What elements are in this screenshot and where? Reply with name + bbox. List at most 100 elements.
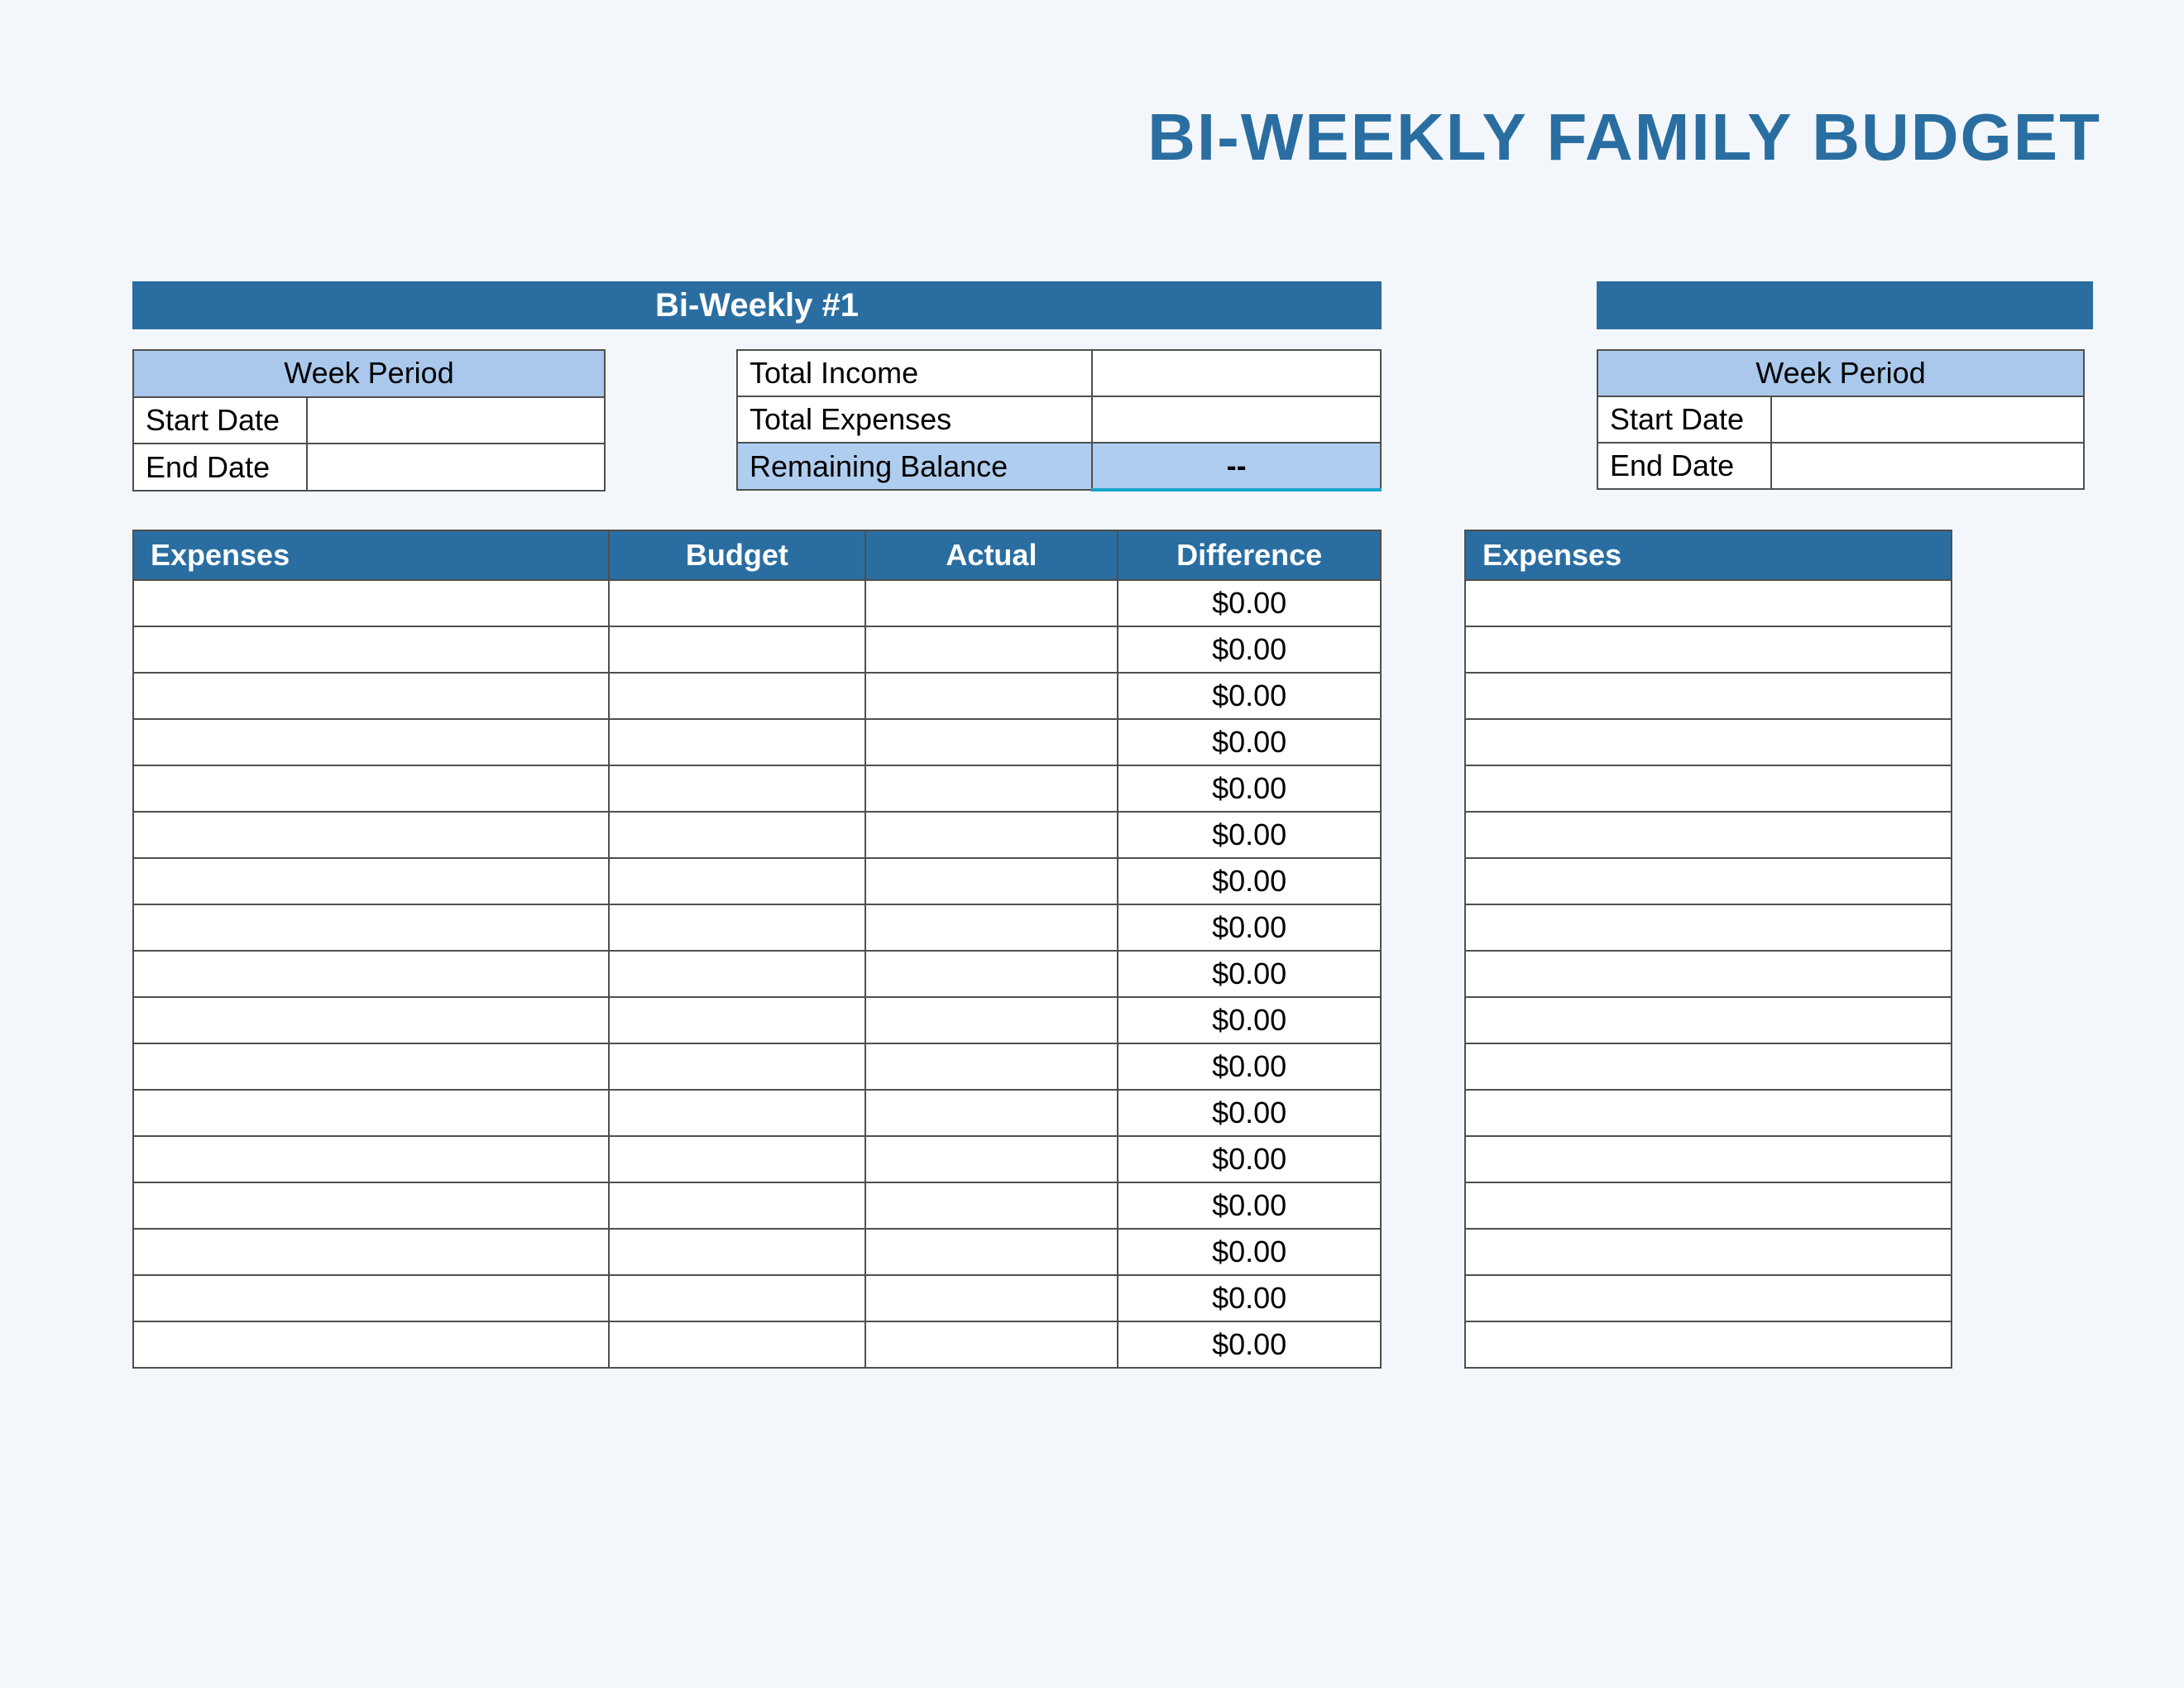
expense-diff-cell: $0.00 <box>1118 719 1381 765</box>
expense-name-cell[interactable] <box>1465 1229 1952 1275</box>
expense-name-cell[interactable] <box>133 1275 609 1321</box>
expense-name-cell[interactable] <box>133 858 609 904</box>
expense-name-cell[interactable] <box>1465 997 1952 1043</box>
expense-budget-cell[interactable] <box>609 904 865 951</box>
expense-budget-cell[interactable] <box>609 1321 865 1368</box>
expense-actual-cell[interactable] <box>865 719 1118 765</box>
week2-header: Week Period <box>1597 350 2084 396</box>
expense-budget-cell[interactable] <box>609 719 865 765</box>
expense-name-cell[interactable] <box>1465 1136 1952 1182</box>
expense-actual-cell[interactable] <box>865 765 1118 812</box>
expense-diff-cell: $0.00 <box>1118 858 1381 904</box>
expense-actual-cell[interactable] <box>865 951 1118 997</box>
total-income-value[interactable] <box>1092 350 1381 396</box>
expense-diff-cell: $0.00 <box>1118 1136 1381 1182</box>
expense-name-cell[interactable] <box>133 1090 609 1136</box>
expense-actual-cell[interactable] <box>865 812 1118 858</box>
expense-actual-cell[interactable] <box>865 858 1118 904</box>
expense-name-cell[interactable] <box>133 1321 609 1368</box>
expense-budget-cell[interactable] <box>609 765 865 812</box>
expense-actual-cell[interactable] <box>865 904 1118 951</box>
expense-name-cell[interactable] <box>1465 1043 1952 1090</box>
expense-budget-cell[interactable] <box>609 673 865 719</box>
table-row: $0.00 <box>133 1043 1381 1090</box>
expense-actual-cell[interactable] <box>865 1182 1118 1229</box>
expense-name-cell[interactable] <box>133 580 609 626</box>
expense-diff-cell: $0.00 <box>1118 1321 1381 1368</box>
expense-actual-cell[interactable] <box>865 1043 1118 1090</box>
expense-name-cell[interactable] <box>133 812 609 858</box>
week2-end-value[interactable] <box>1771 443 2084 489</box>
expense-budget-cell[interactable] <box>609 1275 865 1321</box>
week1-start-value[interactable] <box>307 397 605 444</box>
expense-budget-cell[interactable] <box>609 812 865 858</box>
expense-name-cell[interactable] <box>1465 858 1952 904</box>
expense-budget-cell[interactable] <box>609 1043 865 1090</box>
week2-end-label: End Date <box>1597 443 1771 489</box>
expense-name-cell[interactable] <box>133 1136 609 1182</box>
week1-start-label: Start Date <box>133 397 307 444</box>
expense-name-cell[interactable] <box>133 997 609 1043</box>
expense-name-cell[interactable] <box>1465 765 1952 812</box>
col-budget: Budget <box>609 530 865 580</box>
expense-budget-cell[interactable] <box>609 997 865 1043</box>
expense-name-cell[interactable] <box>1465 951 1952 997</box>
totals-box: Total Income Total Expenses Remaining Ba… <box>736 349 1382 492</box>
expense-name-cell[interactable] <box>1465 812 1952 858</box>
expense-name-cell[interactable] <box>1465 719 1952 765</box>
week2-start-value[interactable] <box>1771 396 2084 443</box>
expense-name-cell[interactable] <box>1465 673 1952 719</box>
expense-name-cell[interactable] <box>133 1182 609 1229</box>
expense-actual-cell[interactable] <box>865 1090 1118 1136</box>
expense-budget-cell[interactable] <box>609 626 865 673</box>
expenses-table-2: Expenses <box>1464 530 1952 1369</box>
expense-name-cell[interactable] <box>133 951 609 997</box>
expense-budget-cell[interactable] <box>609 858 865 904</box>
expense-budget-cell[interactable] <box>609 951 865 997</box>
expense-name-cell[interactable] <box>1465 580 1952 626</box>
total-expenses-label: Total Expenses <box>737 396 1092 443</box>
expense-budget-cell[interactable] <box>609 1182 865 1229</box>
banner-row: Bi-Weekly #1 <box>132 281 2184 329</box>
expense-budget-cell[interactable] <box>609 1136 865 1182</box>
expense-name-cell[interactable] <box>133 673 609 719</box>
expense-actual-cell[interactable] <box>865 1275 1118 1321</box>
table-row <box>1465 1275 1952 1321</box>
expense-actual-cell[interactable] <box>865 626 1118 673</box>
table-row <box>1465 1136 1952 1182</box>
expense-actual-cell[interactable] <box>865 580 1118 626</box>
expense-name-cell[interactable] <box>1465 626 1952 673</box>
expense-name-cell[interactable] <box>1465 1182 1952 1229</box>
total-expenses-value[interactable] <box>1092 396 1381 443</box>
expense-budget-cell[interactable] <box>609 1229 865 1275</box>
remaining-balance-value: -- <box>1092 443 1381 490</box>
week1-end-value[interactable] <box>307 444 605 491</box>
expense-actual-cell[interactable] <box>865 1136 1118 1182</box>
expense-name-cell[interactable] <box>1465 1090 1952 1136</box>
expense-budget-cell[interactable] <box>609 1090 865 1136</box>
expense-name-cell[interactable] <box>1465 1321 1952 1368</box>
expense-name-cell[interactable] <box>1465 904 1952 951</box>
expense-name-cell[interactable] <box>133 626 609 673</box>
expense-actual-cell[interactable] <box>865 997 1118 1043</box>
expense-budget-cell[interactable] <box>609 580 865 626</box>
expense-actual-cell[interactable] <box>865 1321 1118 1368</box>
table-row <box>1465 580 1952 626</box>
table-row: $0.00 <box>133 951 1381 997</box>
expense-name-cell[interactable] <box>133 1229 609 1275</box>
expense-actual-cell[interactable] <box>865 1229 1118 1275</box>
expense-name-cell[interactable] <box>133 719 609 765</box>
table-row <box>1465 1321 1952 1368</box>
expense-actual-cell[interactable] <box>865 673 1118 719</box>
table-row: $0.00 <box>133 673 1381 719</box>
expense-diff-cell: $0.00 <box>1118 580 1381 626</box>
table-row <box>1465 1229 1952 1275</box>
col-expenses-2: Expenses <box>1465 530 1952 580</box>
expense-name-cell[interactable] <box>1465 1275 1952 1321</box>
expense-name-cell[interactable] <box>133 765 609 812</box>
expenses-table-1-wrap: Expenses Budget Actual Difference $0.00$… <box>132 530 1382 1369</box>
expense-name-cell[interactable] <box>133 1043 609 1090</box>
table-row: $0.00 <box>133 765 1381 812</box>
expense-name-cell[interactable] <box>133 904 609 951</box>
expense-diff-cell: $0.00 <box>1118 997 1381 1043</box>
